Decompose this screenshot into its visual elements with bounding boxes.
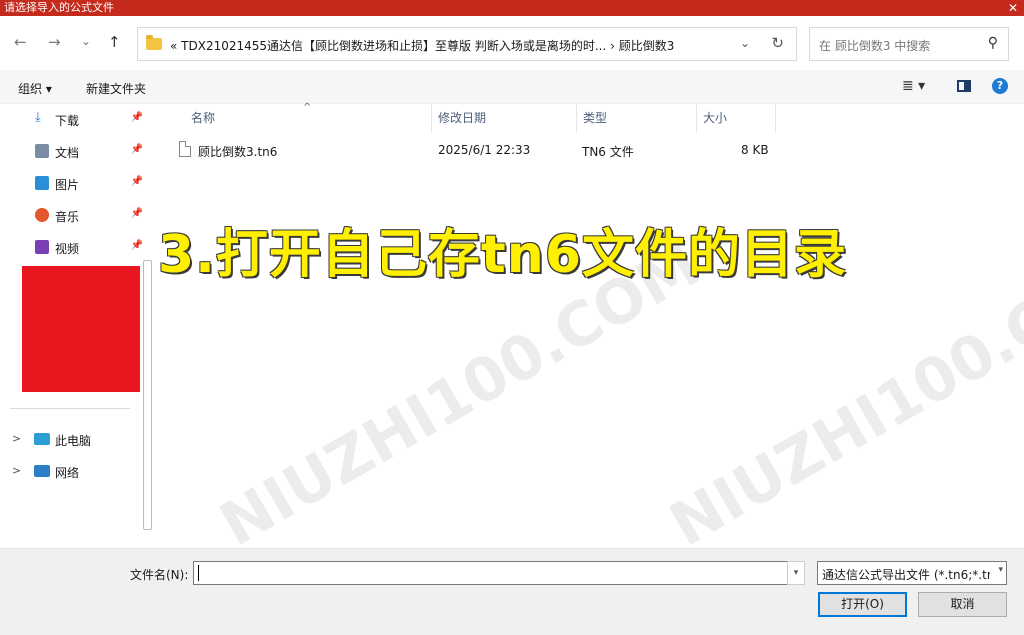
close-icon[interactable]: ✕ (1008, 0, 1018, 16)
file-row[interactable]: 顾比倒数3.tn6 2025/6/1 22:33 TN6 文件 8 KB (177, 140, 777, 162)
up-arrow-icon[interactable]: ↑ (108, 33, 121, 51)
column-header-name[interactable]: 名称 (191, 104, 215, 132)
view-options-icon[interactable]: ≣ ▾ (902, 78, 925, 94)
pin-icon[interactable]: 📌 (131, 240, 143, 251)
command-toolbar: 组织 ▾ 新建文件夹 ≣ ▾ ? (0, 70, 1024, 104)
tutorial-caption: 3.打开自己存tn6文件的目录 (158, 225, 847, 285)
address-bar[interactable]: « TDX21021455通达信【顾比倒数进场和止损】至尊版 判断入场或是离场的… (137, 27, 797, 61)
navigation-bar: ← → ⌄ ↑ « TDX21021455通达信【顾比倒数进场和止损】至尊版 判… (0, 16, 1024, 70)
filename-input[interactable] (193, 561, 788, 585)
redaction-block (22, 266, 140, 392)
help-icon[interactable]: ? (992, 78, 1008, 94)
pin-icon[interactable]: 📌 (131, 208, 143, 219)
recent-locations-icon[interactable]: ⌄ (81, 34, 91, 48)
text-caret (198, 565, 199, 581)
new-folder-button[interactable]: 新建文件夹 (86, 80, 146, 97)
column-divider[interactable] (431, 104, 432, 132)
network-icon (34, 465, 50, 477)
file-type: TN6 文件 (582, 145, 634, 159)
column-divider[interactable] (576, 104, 577, 132)
sidebar-item-pictures[interactable]: 图片 📌 (33, 172, 145, 196)
search-icon[interactable]: ⚲ (988, 35, 998, 51)
window-titlebar: 请选择导入的公式文件 ✕ (0, 0, 1024, 16)
navigation-pane: ⤓ 下载 📌 文档 📌 图片 📌 音乐 📌 视频 📌 > 此电脑 > 网络 (0, 104, 155, 548)
sidebar-item-label: 图片 (55, 178, 80, 192)
window-title: 请选择导入的公式文件 (4, 1, 114, 14)
sidebar-item-documents[interactable]: 文档 📌 (33, 140, 145, 164)
breadcrumb[interactable]: « TDX21021455通达信【顾比倒数进场和止损】至尊版 判断入场或是离场的… (170, 37, 674, 54)
pictures-icon (35, 176, 49, 190)
sidebar-divider (10, 408, 130, 409)
refresh-icon[interactable]: ↻ (771, 34, 784, 52)
sidebar-item-label: 网络 (55, 466, 80, 480)
filetype-select[interactable]: 通达信公式导出文件 (*.tn6;*.tn ▾ (817, 561, 1007, 585)
column-header-type[interactable]: 类型 (583, 104, 607, 132)
folder-icon (146, 35, 162, 50)
document-icon (35, 144, 49, 158)
sidebar-item-music[interactable]: 音乐 📌 (33, 204, 145, 228)
sidebar-item-label: 此电脑 (55, 434, 92, 448)
column-divider[interactable] (775, 104, 776, 132)
organize-menu[interactable]: 组织 ▾ (18, 80, 52, 97)
column-header-modified[interactable]: 修改日期 (438, 104, 486, 132)
filetype-dropdown-icon[interactable]: ▾ (998, 565, 1003, 575)
dialog-footer: 文件名(N): ▾ 通达信公式导出文件 (*.tn6;*.tn ▾ 打开(O) … (0, 548, 1024, 635)
filename-label: 文件名(N): (130, 568, 189, 582)
open-button[interactable]: 打开(O) (818, 592, 907, 617)
search-placeholder[interactable]: 在 顾比倒数3 中搜索 (819, 37, 930, 54)
column-header-size[interactable]: 大小 (703, 104, 727, 132)
music-icon (35, 208, 49, 222)
filename-dropdown-icon[interactable]: ▾ (787, 561, 805, 585)
file-name[interactable]: 顾比倒数3.tn6 (198, 143, 277, 160)
column-divider[interactable] (696, 104, 697, 132)
sidebar-item-label: 音乐 (55, 210, 80, 224)
file-icon (179, 141, 191, 157)
address-dropdown-icon[interactable]: ⌄ (740, 36, 750, 50)
sidebar-item-label: 文档 (55, 146, 80, 160)
sidebar-item-label: 视频 (55, 242, 80, 256)
cancel-button[interactable]: 取消 (918, 592, 1007, 617)
computer-icon (34, 433, 50, 445)
forward-arrow-icon[interactable]: → (48, 33, 61, 51)
filetype-value[interactable]: 通达信公式导出文件 (*.tn6;*.tn (822, 566, 990, 583)
pin-icon[interactable]: 📌 (131, 176, 143, 187)
sidebar-item-this-pc[interactable]: > 此电脑 (12, 429, 142, 451)
search-box[interactable]: 在 顾比倒数3 中搜索 ⚲ (809, 27, 1009, 61)
sidebar-item-network[interactable]: > 网络 (12, 461, 142, 483)
sidebar-item-label: 下载 (55, 114, 80, 128)
file-modified: 2025/6/1 22:33 (438, 143, 531, 157)
back-arrow-icon[interactable]: ← (14, 33, 27, 51)
sidebar-item-downloads[interactable]: ⤓ 下载 📌 (33, 108, 145, 132)
chevron-right-icon[interactable]: > (12, 432, 21, 445)
sidebar-scrollbar[interactable] (143, 260, 152, 530)
download-icon: ⤓ (35, 110, 49, 125)
pin-icon[interactable]: 📌 (131, 112, 143, 123)
preview-pane-icon[interactable] (957, 80, 971, 92)
file-size: 8 KB (741, 143, 769, 157)
sidebar-item-videos[interactable]: 视频 📌 (33, 236, 145, 260)
chevron-right-icon[interactable]: > (12, 464, 21, 477)
sort-ascending-icon: ^ (303, 102, 312, 113)
videos-icon (35, 240, 49, 254)
pin-icon[interactable]: 📌 (131, 144, 143, 155)
